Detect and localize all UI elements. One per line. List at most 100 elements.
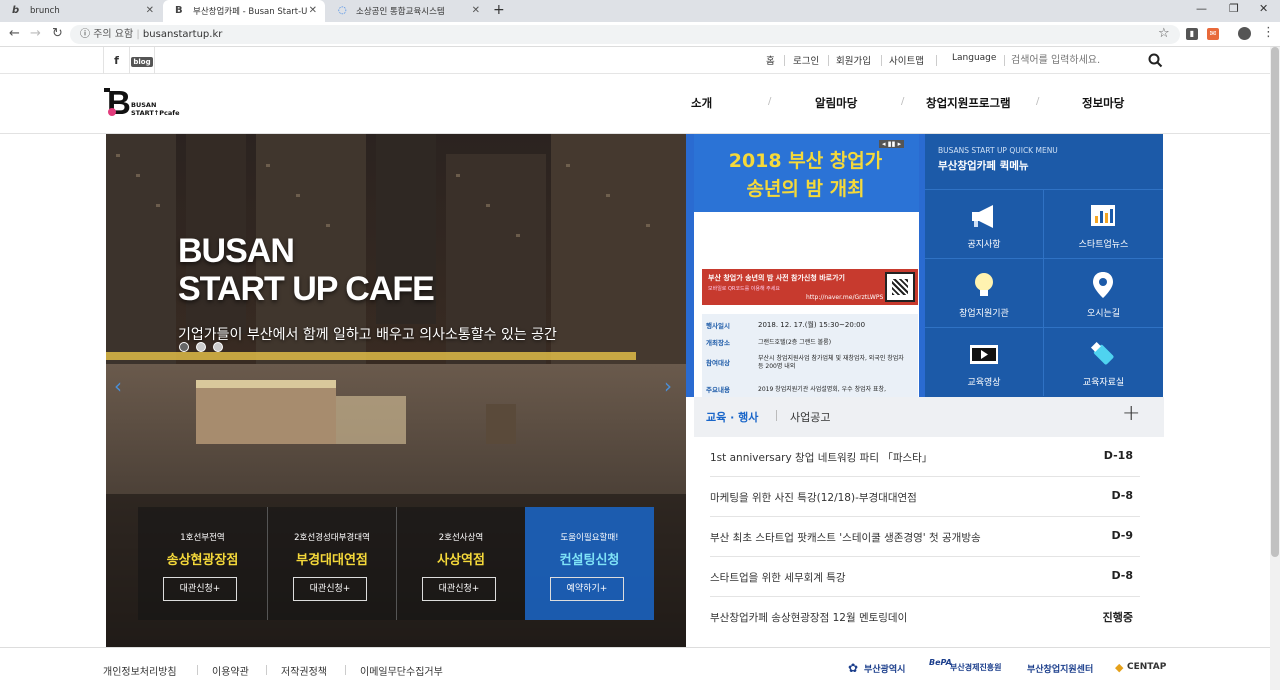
nav-info[interactable]: 정보마당 (1082, 95, 1124, 111)
site-logo[interactable]: B BUSAN START↑Pcafe (104, 84, 194, 122)
quick-video-button[interactable]: 교육영상 (925, 327, 1044, 396)
poster-row-value: 그랜드호텔(2층 그랜드 볼룸) (758, 339, 832, 346)
centap-logo-icon: ◆ (1115, 661, 1124, 674)
logo-pink-dot (108, 108, 116, 116)
signup-link[interactable]: 회원가입 (836, 53, 871, 67)
search-icon[interactable] (1148, 53, 1163, 68)
profile-avatar-icon[interactable] (1238, 27, 1251, 40)
map-pin-icon (1093, 272, 1113, 298)
search-input[interactable] (1011, 52, 1141, 69)
nav-startup-program[interactable]: 창업지원프로그램 (926, 95, 1011, 111)
blog-icon[interactable]: blog (129, 47, 155, 74)
footer-copyright-link[interactable]: 저작권정책 (281, 663, 327, 678)
location-line: 2호선경성대부경대역 (294, 533, 370, 543)
footer-terms-link[interactable]: 이용약관 (212, 663, 249, 678)
quick-label: 창업지원기관 (959, 309, 1009, 319)
close-window-icon[interactable]: ✕ (1259, 2, 1268, 15)
megaphone-icon (972, 205, 993, 228)
home-link[interactable]: 홈 (766, 53, 775, 67)
more-plus-icon[interactable]: + (1122, 401, 1140, 426)
footer-email-policy-link[interactable]: 이메일무단수집거부 (360, 663, 443, 678)
news-item[interactable]: 부산창업카페 송상현광장점 12월 멘토링데이 진행중 (710, 597, 1140, 637)
close-tab-icon[interactable]: ✕ (309, 5, 317, 16)
partner-centap[interactable]: CENTAP (1127, 662, 1166, 672)
slide-dot-2[interactable] (196, 342, 206, 352)
hero-title-line1: BUSAN (178, 232, 295, 270)
minimize-icon[interactable]: — (1196, 2, 1207, 15)
scrollbar-thumb[interactable] (1271, 47, 1279, 557)
browser-tab-sosang[interactable]: ◌ 소상공인 통합교육시스템 ✕ (326, 0, 488, 22)
next-slide-icon[interactable]: › (664, 374, 672, 398)
video-icon (970, 345, 998, 364)
news-dday: D-9 (1111, 529, 1133, 542)
quick-support-org-button[interactable]: 창업지원기관 (925, 258, 1044, 327)
footer-privacy-link[interactable]: 개인정보처리방침 (103, 663, 177, 678)
location-name: 송상현광장점 (166, 553, 239, 568)
browser-tab-strip: b brunch ✕ B 부산창업카페 - Busan Start-Up ✕ ◌… (0, 0, 1280, 22)
new-tab-button[interactable]: + (493, 2, 505, 18)
browser-tab-busan-startup[interactable]: B 부산창업카페 - Busan Start-Up ✕ (163, 0, 325, 22)
partner-bepa[interactable]: 부산경제진흥원 (950, 662, 1002, 673)
nav-about[interactable]: 소개 (691, 95, 712, 111)
poster-row-key: 행사일시 (706, 322, 730, 330)
bookmark-star-icon[interactable]: ☆ (1158, 26, 1170, 41)
news-item[interactable]: 마케팅을 위한 사진 특강(12/18)-부경대대연점 D-8 (710, 477, 1140, 517)
usb-icon (1090, 341, 1114, 365)
quick-news-button[interactable]: 스타트업뉴스 (1044, 189, 1163, 258)
logo-letter: B (107, 84, 131, 121)
tab-education-event[interactable]: 교육 · 행사 (706, 409, 758, 425)
close-tab-icon[interactable]: ✕ (146, 5, 154, 16)
poster-description: 2018년 한해를 마무리하면서 1~9기 모든 업체들이 한자리에 모여 네트… (702, 217, 912, 241)
menu-kebab-icon[interactable]: ⋮ (1262, 25, 1275, 40)
event-poster-banner[interactable]: ◂ ▮▮ ▸ 2018 부산 창업가 송년의 밤 개최 2018년 한해를 마무… (686, 134, 925, 397)
news-item[interactable]: 부산 최초 스타트업 팟캐스트 '스테이쿨 생존경영' 첫 공개방송 D-9 (710, 517, 1140, 557)
news-dday: D-18 (1103, 449, 1133, 462)
restore-icon[interactable]: ❐ (1229, 2, 1239, 15)
news-item[interactable]: 스타트업을 위한 세무회계 특강 D-8 (710, 557, 1140, 597)
rental-apply-button[interactable]: 대관신청+ (422, 577, 496, 601)
busan-city-emblem-icon: ✿ (848, 661, 859, 675)
facebook-icon[interactable]: f (103, 47, 129, 74)
language-select[interactable]: Language (952, 53, 996, 63)
poster-row-key: 개최장소 (706, 339, 730, 347)
extension-icon[interactable]: ✉ (1207, 28, 1219, 40)
news-chart-icon (1091, 205, 1115, 226)
info-icon[interactable]: ⓘ (80, 29, 90, 40)
login-link[interactable]: 로그인 (793, 53, 819, 67)
news-title: 부산 최초 스타트업 팟캐스트 '스테이쿨 생존경영' 첫 공개방송 (710, 532, 981, 544)
url-text: busanstartup.kr (142, 29, 223, 40)
hero-subtitle: 기업가들이 부산에서 함께 일하고 배우고 의사소통할수 있는 공간 (178, 327, 557, 343)
partner-startup-center[interactable]: 부산창업지원센터 (1027, 662, 1093, 675)
close-tab-icon[interactable]: ✕ (472, 5, 480, 16)
poster-title-2: 송년의 밤 개최 (746, 178, 865, 200)
back-icon[interactable]: ← (9, 26, 20, 41)
nav-notice[interactable]: 알림마당 (815, 95, 857, 111)
quick-menu-title-ko: 부산창업카페 퀵메뉴 (938, 160, 1029, 172)
slide-dot-3[interactable] (213, 342, 223, 352)
slide-dot-1[interactable] (179, 342, 189, 352)
extension-icon[interactable]: ▮ (1186, 28, 1198, 40)
quick-directions-button[interactable]: 오시는길 (1044, 258, 1163, 327)
quick-materials-button[interactable]: 교육자료실 (1044, 327, 1163, 396)
reservation-button[interactable]: 예약하기+ (550, 577, 624, 601)
partner-busan-city[interactable]: 부산광역시 (864, 662, 905, 675)
rental-apply-button[interactable]: 대관신청+ (163, 577, 237, 601)
utility-bar: f blog 홈 로그인 회원가입 사이트맵 Language (0, 47, 1270, 74)
news-dday: D-8 (1111, 489, 1133, 502)
page-scrollbar[interactable] (1270, 47, 1280, 690)
forward-icon[interactable]: → (30, 26, 41, 41)
browser-tab-brunch[interactable]: b brunch ✕ (0, 0, 162, 22)
news-title: 1st anniversary 창업 네트워킹 파티 「파스타」 (710, 452, 933, 464)
sitemap-link[interactable]: 사이트맵 (889, 53, 924, 67)
quick-notice-button[interactable]: 공지사항 (925, 189, 1044, 258)
tab-business-notice[interactable]: 사업공고 (790, 409, 830, 425)
quick-label: 공지사항 (967, 240, 1001, 250)
rental-apply-button[interactable]: 대관신청+ (293, 577, 367, 601)
location-line: 1호선부전역 (180, 533, 225, 543)
poster-row-key: 주요내용 (706, 386, 730, 394)
poster-row-value: 2019 창업지원기관 사업설명회, 우수 창업자 표창, (758, 386, 886, 393)
address-bar[interactable]: ⓘ 주의 요함 | busanstartup.kr (70, 25, 1180, 44)
prev-slide-icon[interactable]: ‹ (114, 374, 122, 398)
news-item[interactable]: 1st anniversary 창업 네트워킹 파티 「파스타」 D-18 (710, 437, 1140, 477)
reload-icon[interactable]: ↻ (52, 26, 63, 41)
